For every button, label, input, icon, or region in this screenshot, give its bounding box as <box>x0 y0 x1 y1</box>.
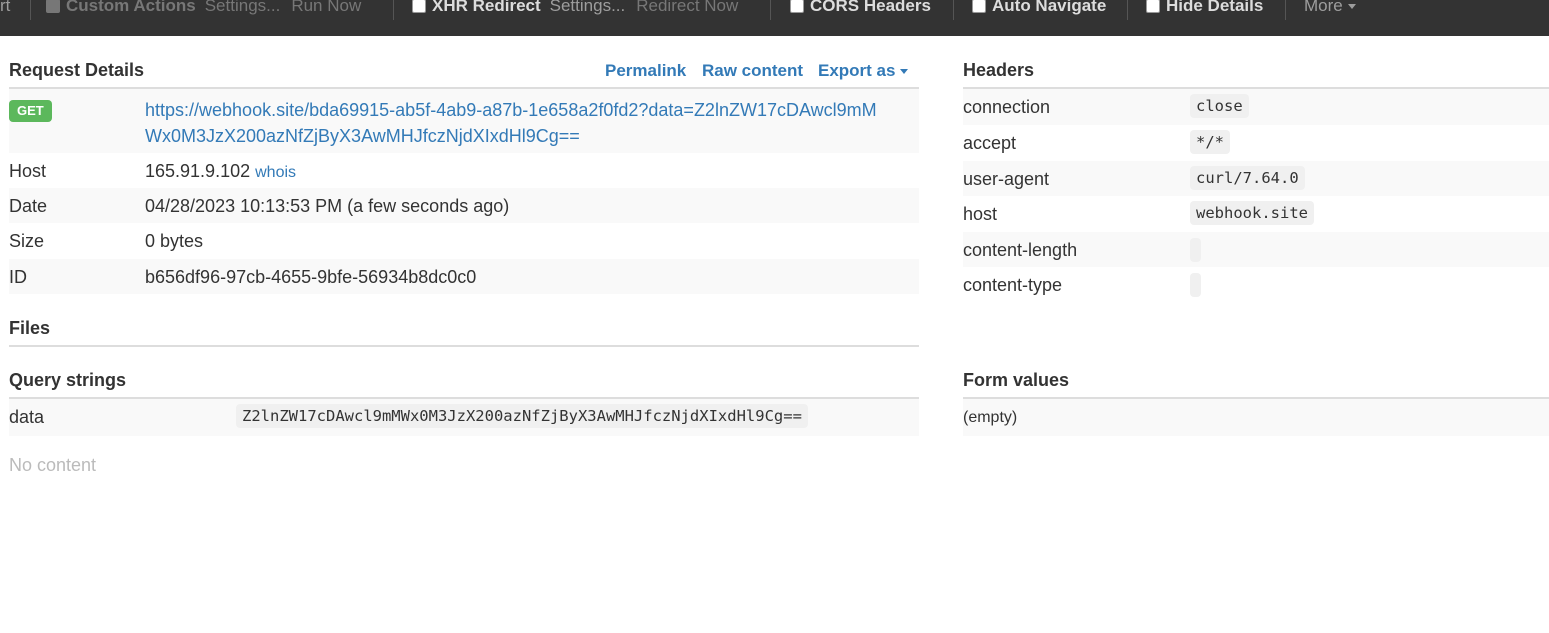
request-url-line-2: Wx0M3JzX200azNfZjByX3AwMHJfczNjdXIxdHl9C… <box>145 126 580 146</box>
id-value: b656df96-97cb-4655-9bfe-56934b8dc0c0 <box>145 267 477 287</box>
no-content-text: No content <box>9 455 97 475</box>
header-row: connection close <box>963 89 1549 125</box>
files-title: Files <box>9 318 51 338</box>
headers-panel: Headers connection close accept */* user… <box>963 0 1549 633</box>
export-as-label: Export as <box>818 61 896 80</box>
method-badge: GET <box>9 100 52 122</box>
query-value: Z2lnZW17cDAwcl9mMWx0M3JzX200azNfZjByX3Aw… <box>236 404 808 428</box>
request-id-row: ID b656df96-97cb-4655-9bfe-56934b8dc0c0 <box>9 259 919 294</box>
query-string-row: data Z2lnZW17cDAwcl9mMWx0M3JzX200azNfZjB… <box>9 399 919 436</box>
request-url-link[interactable]: https://webhook.site/bda69915-ab5f-4ab9-… <box>145 97 877 149</box>
export-as-dropdown[interactable]: Export as <box>818 61 909 81</box>
raw-content-link[interactable]: Raw content <box>702 61 803 81</box>
header-row: content-length <box>963 232 1549 267</box>
header-row: user-agent curl/7.64.0 <box>963 161 1549 196</box>
form-values-row: (empty) <box>963 399 1549 436</box>
query-key: data <box>9 407 45 427</box>
header-value: close <box>1190 94 1249 118</box>
request-date-row: Date 04/28/2023 10:13:53 PM (a few secon… <box>9 188 919 223</box>
headers-title: Headers <box>963 60 1035 80</box>
request-url-line-1: https://webhook.site/bda69915-ab5f-4ab9-… <box>145 100 877 120</box>
form-values-empty: (empty) <box>963 409 1018 426</box>
header-key: content-type <box>963 275 1063 295</box>
host-label: Host <box>9 161 47 181</box>
divider <box>9 345 919 347</box>
header-key: connection <box>963 97 1051 117</box>
size-label: Size <box>9 231 45 251</box>
form-values-title: Form values <box>963 370 1070 390</box>
header-key: content-length <box>963 240 1078 260</box>
date-label: Date <box>9 196 48 216</box>
request-details-title: Request Details <box>9 60 145 80</box>
host-value: 165.91.9.102 <box>145 161 251 181</box>
header-row: accept */* <box>963 125 1549 160</box>
header-value: webhook.site <box>1190 201 1314 225</box>
size-value: 0 bytes <box>145 231 204 251</box>
header-row: host webhook.site <box>963 196 1549 231</box>
request-details-panel: Request Details Permalink Raw content Ex… <box>9 0 919 633</box>
query-strings-title: Query strings <box>9 370 127 390</box>
permalink-link[interactable]: Permalink <box>605 61 686 81</box>
date-value: 04/28/2023 10:13:53 PM (a few seconds ag… <box>145 196 510 216</box>
header-value <box>1190 273 1201 297</box>
header-key: host <box>963 204 998 224</box>
whois-link[interactable]: whois <box>255 164 296 181</box>
header-row: content-type <box>963 267 1549 302</box>
header-value: curl/7.64.0 <box>1190 166 1305 190</box>
chevron-down-icon <box>900 69 909 75</box>
header-value <box>1190 238 1201 262</box>
header-key: accept <box>963 133 1017 153</box>
id-label: ID <box>9 267 27 287</box>
toolbar-divider <box>953 0 954 20</box>
request-url-row: GET https://webhook.site/bda69915-ab5f-4… <box>9 89 919 153</box>
header-value: */* <box>1190 130 1230 154</box>
header-key: user-agent <box>963 169 1050 189</box>
request-size-row: Size 0 bytes <box>9 223 919 258</box>
request-host-row: Host 165.91.9.102 whois <box>9 153 919 188</box>
